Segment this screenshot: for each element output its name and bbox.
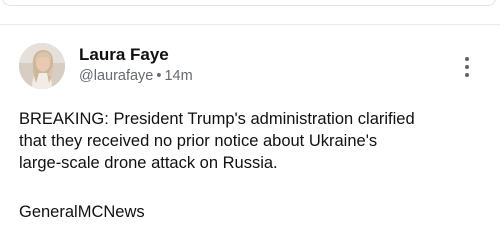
more-options-button[interactable] [458,54,476,80]
previous-post-card [2,0,496,6]
author-handle[interactable]: @laurafaye [79,68,153,84]
post-meta: @laurafaye • 14m [79,68,193,84]
feed-viewport: Laura Faye @laurafaye • 14m BREAKING: Pres… [0,0,500,240]
post-card: Laura Faye @laurafaye • 14m BREAKING: Pres… [0,25,500,240]
post-source-tag[interactable]: GeneralMCNews [19,203,145,222]
author-name[interactable]: Laura Faye [79,45,169,65]
post-body: BREAKING: President Trump's administrati… [19,110,415,172]
post-timestamp[interactable]: 14m [164,68,192,84]
author-avatar[interactable] [19,43,65,89]
meta-separator: • [156,68,162,84]
